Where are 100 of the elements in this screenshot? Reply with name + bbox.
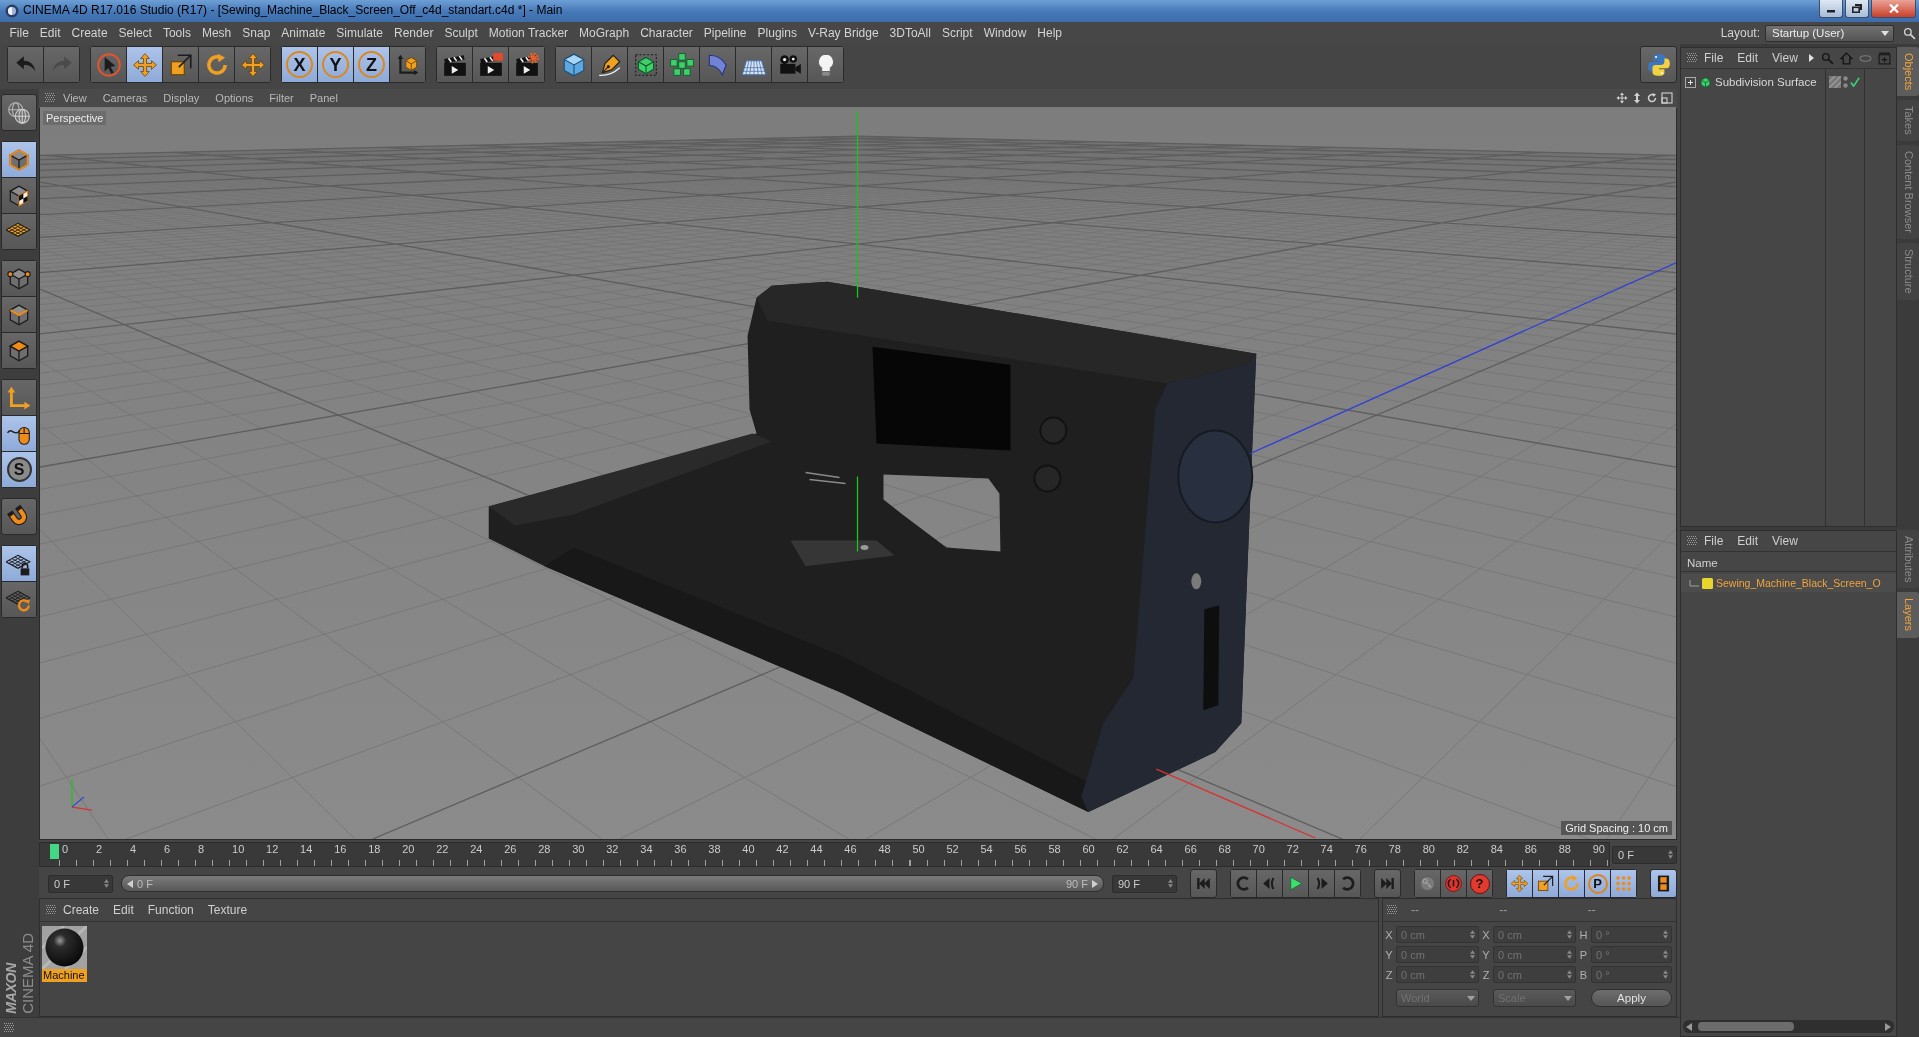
axis-lock-button[interactable]: Z	[354, 47, 389, 82]
menu-item[interactable]: Edit	[1730, 51, 1766, 65]
add-panel-icon[interactable]	[1878, 51, 1891, 65]
search-icon[interactable]	[1903, 26, 1916, 40]
snapping-button[interactable]: S	[2, 452, 36, 487]
menu-item[interactable]: Character	[634, 26, 699, 40]
menu-item[interactable]: View	[1765, 534, 1805, 548]
minimize-button[interactable]	[1819, 0, 1843, 18]
spinner-arrows-icon[interactable]	[1168, 879, 1173, 888]
menu-item[interactable]: Cameras	[94, 92, 156, 104]
menu-item[interactable]: Edit	[34, 26, 67, 40]
menu-item[interactable]: Snap	[236, 26, 276, 40]
menu-item[interactable]: Display	[155, 92, 208, 104]
menu-item[interactable]: Sculpt	[438, 26, 484, 40]
coordinate-system-button[interactable]	[390, 47, 425, 82]
menu-item[interactable]: Edit	[106, 903, 141, 917]
edges-mode-button[interactable]	[2, 297, 36, 332]
menu-item[interactable]: Script	[936, 26, 979, 40]
vertical-arrows-icon[interactable]	[1631, 92, 1643, 104]
render-view-button[interactable]	[437, 47, 472, 82]
key-scale-button[interactable]	[1533, 870, 1558, 897]
grip-icon[interactable]	[1687, 53, 1697, 63]
menu-item[interactable]: Mesh	[196, 26, 237, 40]
house-icon[interactable]	[1840, 51, 1853, 65]
camera-label[interactable]: Perspective	[43, 111, 107, 125]
undo-button[interactable]	[8, 47, 43, 82]
menu-item[interactable]: Create	[66, 26, 114, 40]
check-icon[interactable]	[1850, 77, 1860, 87]
grip-icon[interactable]	[1687, 536, 1697, 546]
visibility-dots-icon[interactable]	[1843, 76, 1848, 88]
menu-item[interactable]: Create	[56, 903, 107, 917]
bend-button[interactable]	[700, 47, 735, 82]
menu-item[interactable]: Edit	[1730, 534, 1766, 548]
axis-lock-button[interactable]: X	[282, 47, 317, 82]
menu-item[interactable]: V-Ray Bridge	[802, 26, 885, 40]
menu-item[interactable]: File	[1697, 534, 1731, 548]
menu-item[interactable]: Function	[140, 903, 201, 917]
horizontal-scrollbar[interactable]	[1683, 1020, 1894, 1033]
playhead-handle[interactable]	[50, 844, 59, 859]
cube-button[interactable]	[556, 47, 591, 82]
layer-row[interactable]: Sewing_Machine_Black_Screen_O	[1681, 574, 1896, 592]
spinner-arrows-icon[interactable]	[1668, 850, 1673, 859]
cross-arrows-icon[interactable]	[1616, 92, 1628, 104]
axis-lock-button[interactable]: Y	[318, 47, 353, 82]
points-mode-button[interactable]	[2, 261, 36, 296]
move-button[interactable]	[127, 47, 162, 82]
recent-tool-button[interactable]	[235, 47, 270, 82]
pen-button[interactable]	[592, 47, 627, 82]
circular-arrow-icon[interactable]	[1646, 92, 1658, 104]
subdivision-surface-button[interactable]	[628, 47, 663, 82]
menu-item[interactable]: Select	[113, 26, 158, 40]
sewing-machine-drawing[interactable]	[488, 281, 1257, 813]
start-frame-field[interactable]: 0 F	[48, 874, 113, 893]
workplane-mode-button[interactable]	[2, 214, 36, 249]
play-button[interactable]	[1283, 870, 1308, 897]
key-selection-button[interactable]: ?	[1467, 870, 1492, 897]
menu-item[interactable]: Help	[1031, 26, 1068, 40]
step-forward-button[interactable]	[1309, 870, 1334, 897]
menu-item[interactable]: Pipeline	[698, 26, 753, 40]
light-button[interactable]	[808, 47, 843, 82]
end-frame-field[interactable]: 90 F	[1112, 874, 1177, 893]
menu-item[interactable]: Panel	[301, 92, 346, 104]
auto-key-button[interactable]	[1441, 870, 1466, 897]
menu-item[interactable]: Options	[207, 92, 262, 104]
spinner-arrows-icon[interactable]	[104, 879, 109, 888]
menu-item[interactable]: File	[1697, 51, 1731, 65]
floor-button[interactable]	[736, 47, 771, 82]
grip-icon[interactable]	[46, 905, 56, 915]
menu-item[interactable]: MoGraph	[573, 26, 635, 40]
tweak-mode-button[interactable]	[2, 416, 36, 451]
polygons-mode-button[interactable]	[2, 333, 36, 368]
grip-icon[interactable]	[45, 93, 55, 103]
camera-button[interactable]	[772, 47, 807, 82]
record-button[interactable]	[1415, 870, 1440, 897]
previous-key-button[interactable]	[1231, 870, 1256, 897]
menu-item[interactable]: Animate	[275, 26, 331, 40]
live-select-button[interactable]	[91, 47, 126, 82]
cloner-button[interactable]	[664, 47, 699, 82]
menu-item[interactable]: Texture	[200, 903, 255, 917]
right-arrow-icon[interactable]	[1092, 879, 1098, 888]
python-button[interactable]	[1640, 46, 1677, 83]
workplane-align-button[interactable]	[2, 582, 36, 617]
menu-item[interactable]: Window	[978, 26, 1032, 40]
axis-mode-button[interactable]	[2, 380, 36, 415]
grip-icon[interactable]	[4, 1022, 14, 1033]
model-mode-button[interactable]	[2, 142, 36, 177]
rotate-button[interactable]	[199, 47, 234, 82]
layer-name[interactable]: Sewing_Machine_Black_Screen_O	[1716, 577, 1881, 589]
menu-item[interactable]: View	[1765, 51, 1805, 65]
menu-item[interactable]: File	[4, 26, 35, 40]
menu-item[interactable]: 3DToAll	[884, 26, 937, 40]
next-key-button[interactable]	[1335, 870, 1360, 897]
goto-start-button[interactable]	[1190, 869, 1217, 898]
object-name[interactable]: Subdivision Surface	[1715, 76, 1817, 88]
caret-icon[interactable]	[1808, 54, 1814, 62]
key-parameter-button[interactable]: P	[1585, 870, 1610, 897]
side-tab[interactable]: Objects	[1897, 47, 1919, 97]
menu-item[interactable]: Simulate	[330, 26, 389, 40]
texture-mode-button[interactable]	[2, 178, 36, 213]
viewport-canvas[interactable]	[40, 108, 1676, 839]
